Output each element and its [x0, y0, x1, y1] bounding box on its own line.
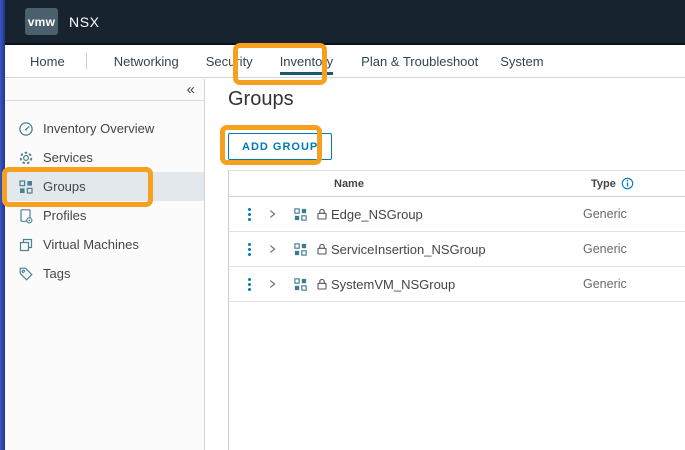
group-name[interactable]: Edge_NSGroup [331, 207, 423, 222]
add-group-button[interactable]: ADD GROUP [228, 133, 333, 160]
sidebar-item-profiles[interactable]: Profiles [5, 201, 204, 230]
profile-document-icon [18, 208, 34, 224]
product-title: NSX [69, 13, 100, 30]
page-title: Groups [228, 88, 294, 110]
row-menu-icon[interactable] [239, 207, 259, 221]
group-name-cell[interactable]: SystemVM_NSGroup [315, 277, 583, 292]
group-name-cell[interactable]: Edge_NSGroup [315, 207, 583, 222]
group-type-grid-icon [285, 242, 315, 257]
group-type-cell: Generic [583, 242, 627, 256]
nav-tab-system[interactable]: System [500, 54, 543, 69]
nav-tab-plan-troubleshoot[interactable]: Plan & Troubleshoot [361, 54, 478, 69]
collapse-sidebar-icon[interactable]: « [187, 82, 195, 97]
groups-grid-icon [18, 179, 34, 195]
row-menu-icon[interactable] [239, 242, 259, 256]
sidebar-item-virtual-machines[interactable]: Virtual Machines [5, 230, 204, 259]
group-type-cell: Generic [583, 277, 627, 291]
nav-tab-inventory[interactable]: Inventory [279, 54, 334, 75]
table-row[interactable]: Edge_NSGroup Generic [229, 197, 685, 232]
main-content: Groups ADD GROUP Name Type Edge_NSGroup … [206, 79, 685, 450]
gear-icon [18, 150, 34, 166]
sidebar-item-services[interactable]: Services [5, 143, 204, 172]
gauge-icon [18, 121, 34, 137]
lock-icon [315, 242, 329, 256]
table-row[interactable]: SystemVM_NSGroup Generic [229, 267, 685, 302]
nav-divider [85, 53, 87, 69]
lock-icon [315, 207, 329, 221]
nav-tab-home[interactable]: Home [30, 54, 65, 69]
nav-tab-security[interactable]: Security [206, 54, 253, 69]
group-type-cell: Generic [583, 207, 627, 221]
sidebar-item-label: Groups [43, 179, 86, 194]
sidebar-item-label: Profiles [43, 208, 87, 223]
lock-icon [315, 277, 329, 291]
sidebar: « Inventory Overview Services Groups Pro… [5, 79, 205, 450]
datagrid-header: Name Type [229, 171, 685, 197]
nsx-app-window: vmw NSX Home Networking Security Invento… [0, 0, 685, 450]
row-expand-chevron-icon[interactable] [259, 208, 285, 220]
virtual-machine-icon [18, 237, 34, 253]
sidebar-item-label: Services [43, 150, 93, 165]
group-type-grid-icon [285, 207, 315, 222]
group-name-cell[interactable]: ServiceInsertion_NSGroup [315, 242, 583, 257]
group-name[interactable]: SystemVM_NSGroup [331, 277, 455, 292]
group-name[interactable]: ServiceInsertion_NSGroup [331, 242, 486, 257]
vmware-logo: vmw [25, 8, 58, 35]
row-expand-chevron-icon[interactable] [259, 278, 285, 290]
tag-icon [18, 266, 34, 282]
group-type-grid-icon [285, 277, 315, 292]
top-header-bar: vmw NSX [5, 0, 685, 45]
info-icon[interactable] [621, 177, 634, 190]
nav-tab-networking[interactable]: Networking [114, 54, 179, 69]
row-menu-icon[interactable] [239, 277, 259, 291]
row-expand-chevron-icon[interactable] [259, 243, 285, 255]
table-row[interactable]: ServiceInsertion_NSGroup Generic [229, 232, 685, 267]
column-header-type[interactable]: Type [591, 177, 634, 190]
sidebar-item-label: Tags [43, 266, 71, 281]
sidebar-item-inventory-overview[interactable]: Inventory Overview [5, 114, 204, 143]
primary-nav: Home Networking Security Inventory Plan … [5, 45, 685, 78]
sidebar-collapse-row: « [5, 79, 204, 101]
sidebar-menu: Inventory Overview Services Groups Profi… [5, 114, 204, 288]
column-header-name[interactable]: Name [334, 178, 591, 190]
sidebar-item-label: Inventory Overview [43, 121, 155, 136]
sidebar-item-tags[interactable]: Tags [5, 259, 204, 288]
sidebar-item-label: Virtual Machines [43, 237, 139, 252]
groups-datagrid: Name Type Edge_NSGroup Generic ServiceIn… [228, 170, 685, 450]
sidebar-item-groups[interactable]: Groups [5, 172, 204, 201]
